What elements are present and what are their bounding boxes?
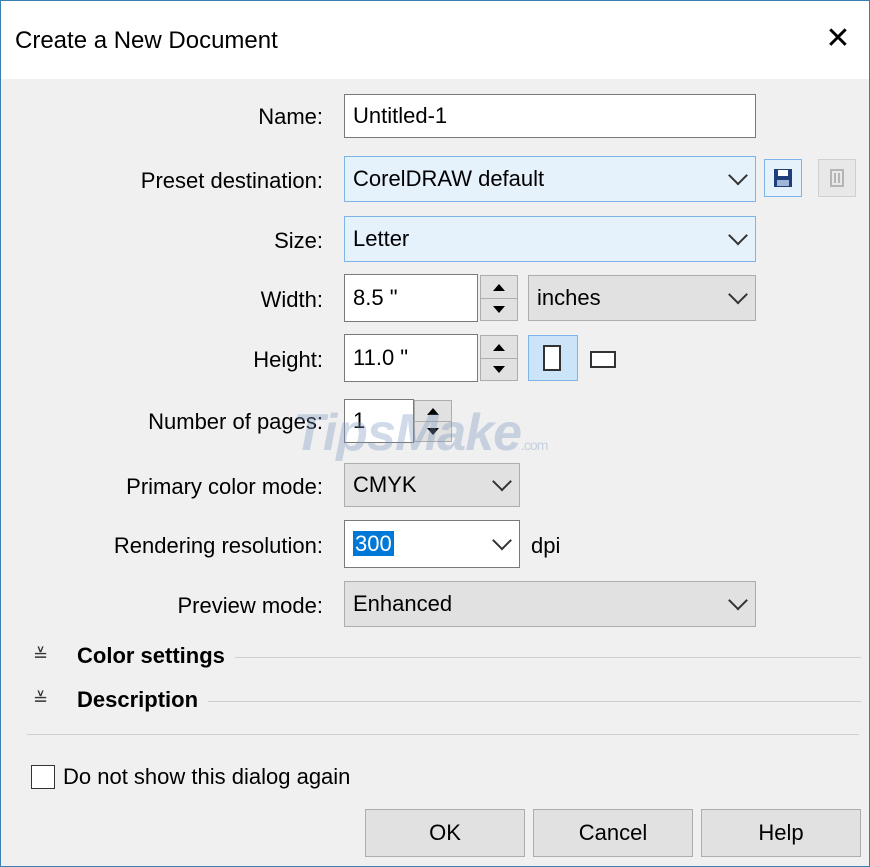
close-icon[interactable]: ✕ — [815, 15, 861, 63]
dialog-title: Create a New Document — [15, 27, 278, 54]
width-increment[interactable] — [481, 276, 517, 299]
portrait-icon — [543, 345, 561, 371]
delete-preset-button[interactable] — [818, 159, 856, 197]
landscape-icon — [590, 351, 616, 368]
units-value: inches — [537, 285, 601, 310]
title-bar: Create a New Document ✕ — [1, 1, 869, 79]
chevron-down-icon — [492, 530, 512, 551]
arrow-up-icon — [493, 283, 505, 291]
size-label: Size: — [274, 228, 323, 253]
ok-button[interactable]: OK — [365, 809, 525, 857]
width-stepper[interactable] — [480, 275, 518, 321]
arrow-down-icon — [493, 365, 505, 373]
preset-value: CorelDRAW default — [353, 166, 545, 191]
watermark-brand: TipsMake — [293, 404, 522, 462]
color-mode-select[interactable]: CMYK — [344, 463, 520, 507]
expand-icon[interactable]: ≚ — [33, 689, 48, 710]
preview-mode-select[interactable]: Enhanced — [344, 581, 756, 627]
preview-value: Enhanced — [353, 591, 453, 616]
name-value: Untitled-1 — [353, 103, 448, 128]
height-input[interactable]: 11.0 " — [344, 334, 478, 382]
arrow-down-icon — [493, 305, 505, 313]
size-value: Letter — [353, 226, 410, 251]
height-value: 11.0 " — [353, 345, 409, 370]
chevron-down-icon — [728, 590, 748, 611]
watermark-suffix: .com — [521, 437, 548, 453]
dont-show-again-label[interactable]: Do not show this dialog again — [63, 764, 350, 790]
name-input[interactable]: Untitled-1 — [344, 94, 756, 138]
save-preset-icon — [774, 169, 792, 187]
create-document-dialog: Create a New Document ✕ Name: Untitled-1… — [0, 0, 870, 867]
height-stepper[interactable] — [480, 335, 518, 381]
color-settings-section[interactable]: ≚ Color settings — [27, 643, 861, 673]
color-mode-value: CMYK — [353, 472, 417, 497]
expand-icon[interactable]: ≚ — [33, 645, 48, 666]
color-settings-title[interactable]: Color settings — [77, 643, 235, 669]
cancel-button[interactable]: Cancel — [533, 809, 693, 857]
watermark-logo: TipsMake.com — [293, 403, 548, 463]
height-decrement[interactable] — [481, 358, 517, 380]
delete-preset-icon — [830, 169, 844, 187]
name-label: Name: — [258, 104, 323, 129]
width-value: 8.5 " — [353, 285, 398, 310]
size-select[interactable]: Letter — [344, 216, 756, 262]
preset-label: Preset destination: — [140, 168, 323, 193]
chevron-down-icon — [728, 165, 748, 186]
preview-label: Preview mode: — [177, 593, 323, 618]
save-preset-button[interactable] — [764, 159, 802, 197]
height-increment[interactable] — [481, 336, 517, 359]
preset-destination-select[interactable]: CorelDRAW default — [344, 156, 756, 202]
description-title[interactable]: Description — [77, 687, 209, 713]
chevron-down-icon — [492, 471, 512, 492]
width-input[interactable]: 8.5 " — [344, 274, 478, 322]
units-select[interactable]: inches — [528, 275, 756, 321]
help-button[interactable]: Help — [701, 809, 861, 857]
portrait-orientation-button[interactable] — [528, 335, 578, 381]
resolution-combo[interactable]: 300 — [344, 520, 520, 568]
resolution-label: Rendering resolution: — [113, 533, 323, 558]
width-decrement[interactable] — [481, 298, 517, 320]
landscape-orientation-button[interactable] — [583, 335, 627, 381]
arrow-up-icon — [493, 343, 505, 351]
resolution-unit: dpi — [531, 533, 561, 558]
width-label: Width: — [260, 287, 323, 312]
chevron-down-icon — [728, 284, 748, 305]
dont-show-again-checkbox[interactable] — [31, 765, 55, 789]
color-mode-label: Primary color mode: — [126, 474, 323, 499]
chevron-down-icon — [728, 225, 748, 246]
divider — [27, 734, 859, 735]
resolution-value: 300 — [353, 531, 394, 556]
description-section[interactable]: ≚ Description — [27, 687, 861, 717]
height-label: Height: — [253, 347, 323, 372]
